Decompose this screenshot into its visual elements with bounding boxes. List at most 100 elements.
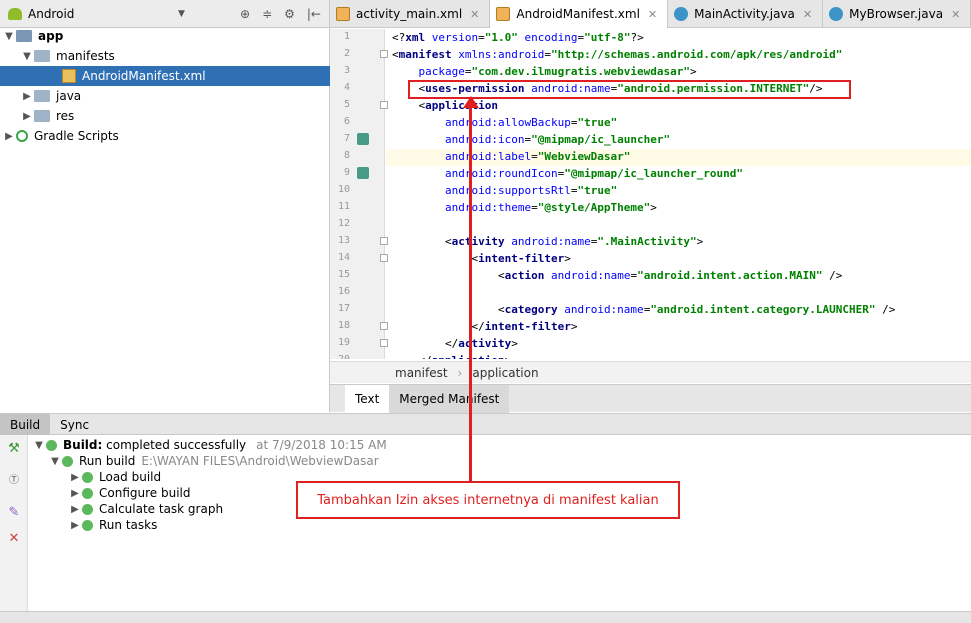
code-line[interactable]: <category android:name="android.intent.c…: [392, 301, 895, 318]
breadcrumb-item[interactable]: manifest: [395, 366, 448, 380]
code-line[interactable]: package="com.dev.ilmugratis.webviewdasar…: [392, 63, 697, 80]
build-tab-bar: Build Sync: [0, 413, 971, 435]
code-line[interactable]: <application: [392, 97, 498, 114]
tab-merged-manifest[interactable]: Merged Manifest: [389, 385, 510, 413]
annotation-callout: Tambahkan Izin akses internetnya di mani…: [296, 481, 680, 519]
build-toolbar: ⚒ Ⓣ ✎ ✕: [0, 435, 28, 611]
code-line[interactable]: android:theme="@style/AppTheme">: [392, 199, 657, 216]
code-line[interactable]: </intent-filter>: [392, 318, 577, 335]
chevron-down-icon[interactable]: ▼: [20, 51, 34, 62]
tab-sync[interactable]: Sync: [50, 414, 99, 435]
java-class-icon: [829, 7, 844, 21]
code-line[interactable]: android:icon="@mipmap/ic_launcher": [392, 131, 670, 148]
chevron-right-icon[interactable]: ▶: [2, 131, 16, 142]
pin-icon[interactable]: ✎: [6, 505, 22, 521]
chevron-right-icon[interactable]: ▶: [68, 504, 82, 515]
toggle-view-icon[interactable]: Ⓣ: [6, 473, 22, 489]
code-line[interactable]: <action android:name="android.intent.act…: [392, 267, 842, 284]
tab-mybrowser[interactable]: MyBrowser.java ✕: [823, 0, 971, 28]
java-class-icon: [674, 7, 689, 21]
tree-item-gradle-scripts[interactable]: ▶ Gradle Scripts: [0, 126, 330, 146]
line-number: 7: [343, 133, 350, 144]
collapse-icon[interactable]: ≑: [262, 7, 272, 21]
chevron-right-icon[interactable]: ▶: [68, 472, 82, 483]
build-step-row[interactable]: ▶ Run tasks: [68, 517, 157, 533]
launcher-icon[interactable]: [357, 167, 369, 179]
hide-icon[interactable]: |←: [307, 7, 321, 21]
line-number: 20: [330, 354, 350, 359]
code-line[interactable]: android:label="WebviewDasar": [392, 148, 630, 165]
chevron-right-icon[interactable]: ▶: [20, 111, 34, 122]
project-view-select[interactable]: Android: [28, 7, 178, 21]
build-output-tree: ▼ Build: completed successfully at 7/9/2…: [28, 435, 971, 611]
build-step-label: Calculate task graph: [99, 502, 224, 516]
gear-icon[interactable]: ⚙: [284, 7, 295, 21]
close-icon[interactable]: ✕: [951, 8, 960, 21]
chevron-right-icon[interactable]: ▶: [68, 520, 82, 531]
line-number: 11: [337, 201, 350, 212]
tree-item-java[interactable]: ▶ java: [0, 86, 330, 106]
code-line[interactable]: <?xml version="1.0" encoding="utf-8"?>: [392, 29, 644, 46]
code-line[interactable]: android:allowBackup="true": [392, 114, 617, 131]
editor-tab-bar: activity_main.xml ✕ AndroidManifest.xml …: [330, 0, 971, 28]
tab-text[interactable]: Text: [345, 385, 390, 413]
close-icon[interactable]: ✕: [470, 8, 479, 21]
code-line[interactable]: android:roundIcon="@mipmap/ic_launcher_r…: [392, 165, 743, 182]
gradle-icon: [16, 130, 28, 142]
breadcrumb-item[interactable]: application: [472, 366, 538, 380]
code-line[interactable]: <intent-filter>: [392, 250, 570, 267]
chevron-down-icon[interactable]: ▼: [32, 440, 46, 451]
code-line[interactable]: <manifest xmlns:android="http://schemas.…: [392, 46, 842, 63]
fold-icon[interactable]: [380, 237, 388, 245]
close-icon[interactable]: ✕: [648, 8, 657, 21]
success-icon: [82, 487, 93, 499]
code-line[interactable]: <activity android:name=".MainActivity">: [392, 233, 703, 250]
code-line[interactable]: android:supportsRtl="true": [392, 182, 617, 199]
code-line[interactable]: </activity>: [392, 335, 518, 352]
line-number: 15: [337, 269, 350, 280]
hammer-icon[interactable]: ⚒: [6, 441, 22, 457]
fold-icon[interactable]: [380, 101, 388, 109]
tree-item-androidmanifest[interactable]: AndroidManifest.xml: [0, 66, 330, 86]
build-step-row[interactable]: ▶ Load build: [68, 469, 161, 485]
fold-icon[interactable]: [380, 339, 388, 347]
fold-icon[interactable]: [380, 50, 388, 58]
build-step-row[interactable]: ▶ Calculate task graph: [68, 501, 223, 517]
code-editor[interactable]: 1234567891011121314151617181920 <?xml ve…: [330, 29, 971, 359]
close-icon[interactable]: ✕: [6, 531, 22, 547]
chevron-right-icon[interactable]: ▶: [68, 488, 82, 499]
line-number: 4: [343, 82, 350, 93]
fold-icon[interactable]: [380, 322, 388, 330]
run-build-row[interactable]: ▼ Run build E:\WAYAN FILES\Android\Webvi…: [48, 453, 379, 469]
chevron-down-icon[interactable]: ▼: [48, 456, 62, 467]
tab-activity-main[interactable]: activity_main.xml ✕: [330, 0, 491, 28]
xml-icon: [496, 7, 511, 21]
tree-item-label: AndroidManifest.xml: [82, 69, 206, 83]
success-icon: [82, 519, 93, 531]
build-status-row[interactable]: ▼ Build: completed successfully at 7/9/2…: [32, 437, 387, 453]
launcher-icon[interactable]: [357, 133, 369, 145]
tree-item-res[interactable]: ▶ res: [0, 106, 330, 126]
tree-item-manifests[interactable]: ▼ manifests: [0, 46, 330, 66]
tab-androidmanifest[interactable]: AndroidManifest.xml ✕: [490, 0, 669, 28]
tab-label: MainActivity.java: [694, 7, 795, 21]
build-step-label: Configure build: [99, 486, 191, 500]
sync-icon[interactable]: ⊕: [240, 7, 250, 21]
editor-gutter: 1234567891011121314151617181920: [330, 29, 385, 359]
tree-item-app[interactable]: ▼ app: [0, 26, 330, 46]
tab-build[interactable]: Build: [0, 414, 51, 435]
breadcrumb: manifest › application: [330, 361, 971, 383]
fold-icon[interactable]: [380, 254, 388, 262]
build-step-row[interactable]: ▶ Configure build: [68, 485, 190, 501]
code-line[interactable]: </application>: [392, 352, 511, 359]
tab-mainactivity[interactable]: MainActivity.java ✕: [668, 0, 824, 28]
chevron-down-icon[interactable]: ▼: [2, 31, 16, 42]
xml-file-icon: [62, 69, 76, 83]
line-number: 3: [343, 65, 350, 76]
close-icon[interactable]: ✕: [803, 8, 812, 21]
build-status-label: Build:: [63, 438, 103, 452]
chevron-down-icon[interactable]: ▼: [178, 9, 185, 19]
chevron-right-icon[interactable]: ▶: [20, 91, 34, 102]
success-icon: [62, 455, 73, 467]
chevron-right-icon: ›: [457, 365, 463, 380]
